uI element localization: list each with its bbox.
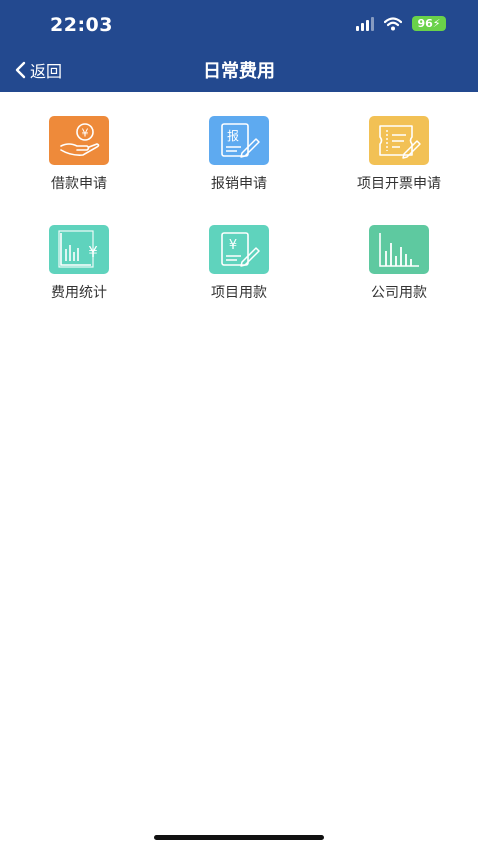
project-payment-form-icon: ¥ xyxy=(209,225,269,274)
menu-item-expense-statistics[interactable]: ¥ 费用统计 xyxy=(19,225,139,315)
invoice-ticket-icon xyxy=(369,116,429,165)
expense-chart-yen-icon: ¥ xyxy=(49,225,109,274)
menu-item-label: 费用统计 xyxy=(51,285,107,301)
status-icons: 96⚡ xyxy=(356,16,446,31)
menu-item-label: 报销申请 xyxy=(211,176,267,192)
home-indicator[interactable] xyxy=(154,835,324,840)
svg-text:报: 报 xyxy=(227,128,239,143)
reimbursement-form-icon: 报 xyxy=(209,116,269,165)
menu-item-company-payment[interactable]: 公司用款 xyxy=(339,225,459,315)
menu-item-reimbursement-application[interactable]: 报 报销申请 xyxy=(179,116,299,206)
menu-item-project-payment[interactable]: ¥ 项目用款 xyxy=(179,225,299,315)
svg-text:¥: ¥ xyxy=(229,238,237,253)
menu-item-label: 项目开票申请 xyxy=(357,176,441,192)
menu-item-label: 项目用款 xyxy=(211,285,267,301)
menu-item-label: 公司用款 xyxy=(371,285,427,301)
page-title: 日常费用 xyxy=(203,61,275,82)
menu-item-loan-application[interactable]: ¥ 借款申请 xyxy=(19,116,139,206)
svg-text:¥: ¥ xyxy=(88,243,98,261)
menu-item-label: 借款申请 xyxy=(51,176,107,192)
loan-hand-yen-icon: ¥ xyxy=(49,116,109,165)
menu-item-project-invoice-application[interactable]: 项目开票申请 xyxy=(339,116,459,206)
battery-level: 96 xyxy=(417,17,433,30)
status-time: 22:03 xyxy=(50,14,113,36)
app-header: 22:03 96⚡ 返回 日常费用 xyxy=(0,0,478,92)
wifi-icon xyxy=(384,16,402,30)
svg-text:¥: ¥ xyxy=(82,127,89,140)
cellular-signal-icon xyxy=(356,16,374,31)
battery-charging-icon: 96⚡ xyxy=(412,16,446,31)
company-bar-chart-icon xyxy=(369,225,429,274)
